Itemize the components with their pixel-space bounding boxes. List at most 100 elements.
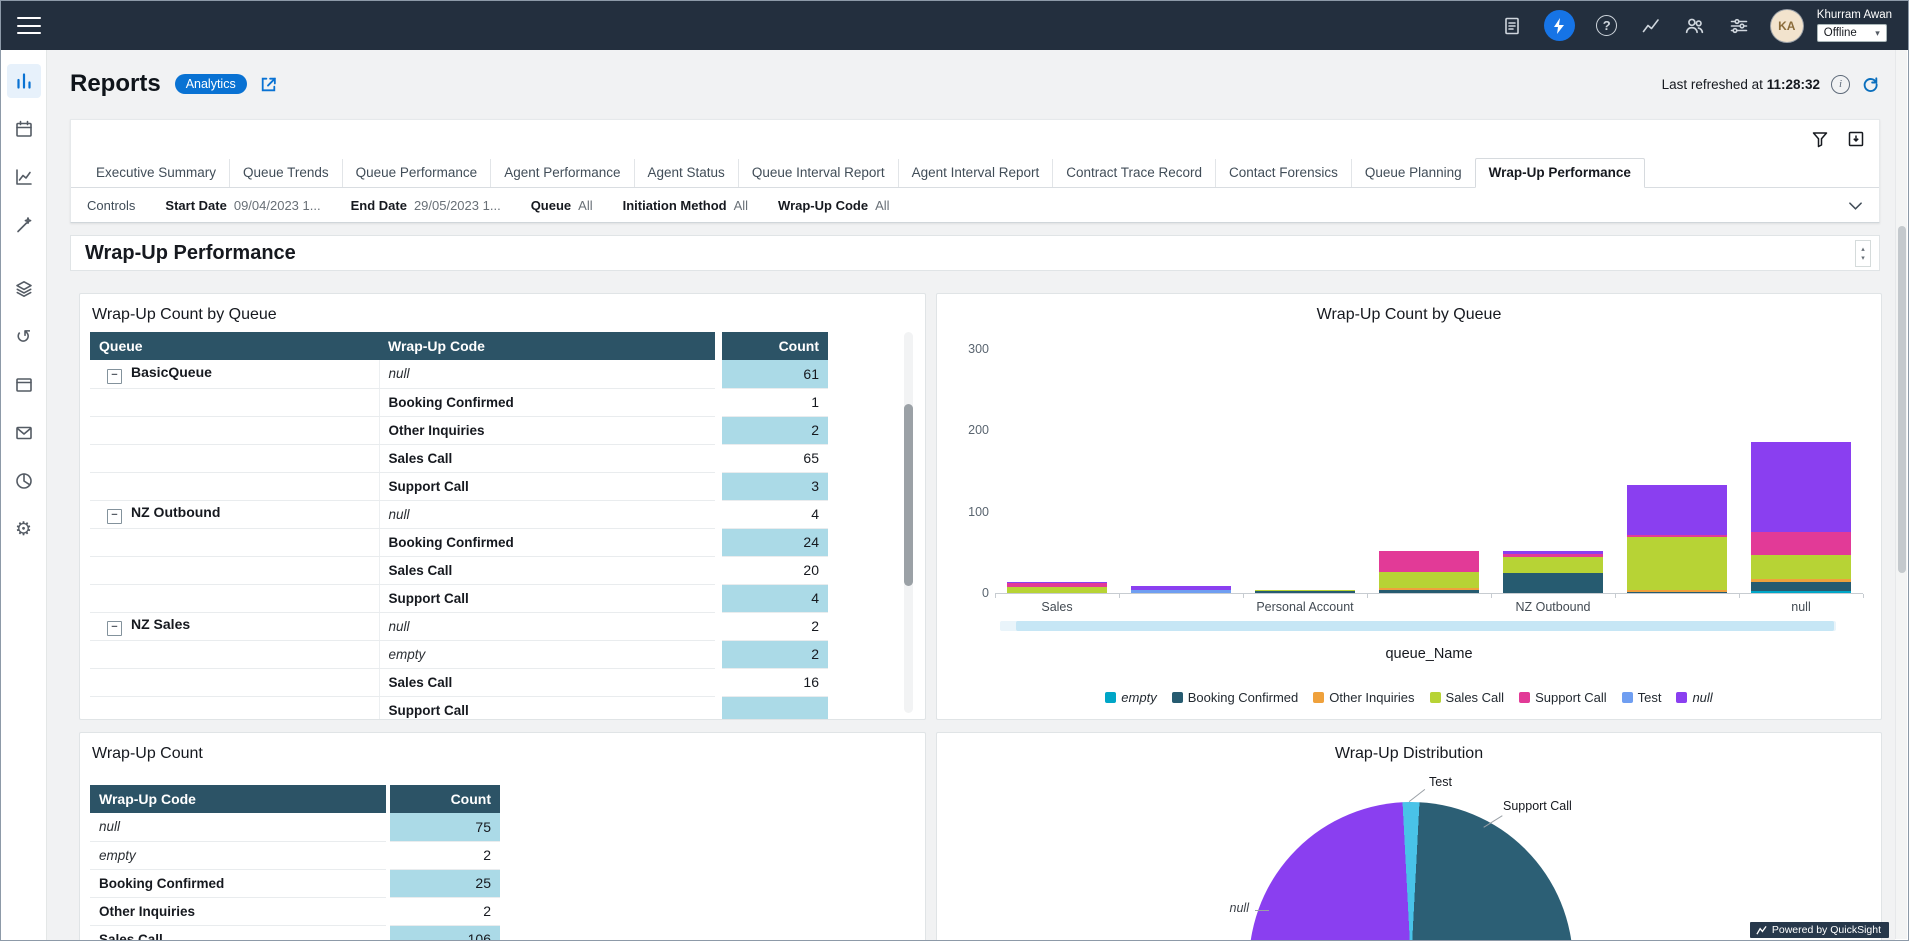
tab-queue-planning[interactable]: Queue Planning xyxy=(1351,159,1475,187)
table-row[interactable]: Sales Call65 xyxy=(90,444,828,472)
status-dropdown[interactable]: Offline ▾ xyxy=(1817,24,1887,42)
bar-segment-test[interactable] xyxy=(1131,590,1231,593)
collapse-toggle[interactable]: − xyxy=(107,621,122,636)
sidebar-item-calendar[interactable] xyxy=(7,112,41,146)
filter-end-date[interactable]: End Date29/05/2023 1... xyxy=(351,198,501,213)
tab-wrap-up-performance[interactable]: Wrap-Up Performance xyxy=(1475,158,1645,188)
tab-queue-performance[interactable]: Queue Performance xyxy=(342,159,491,187)
bar-sales[interactable] xyxy=(1007,582,1107,593)
filter-icon[interactable] xyxy=(1811,130,1829,148)
chevron-down-icon[interactable] xyxy=(1848,200,1863,212)
table-scrollbar[interactable] xyxy=(904,332,913,713)
table-row[interactable]: −NZ Salesnull2 xyxy=(90,612,828,640)
tab-executive-summary[interactable]: Executive Summary xyxy=(83,159,229,187)
help-icon[interactable]: ? xyxy=(1595,14,1619,38)
bar-segment-sales-call[interactable] xyxy=(1627,537,1727,590)
legend-item-support-call[interactable]: Support Call xyxy=(1519,690,1607,705)
scrollbar-thumb[interactable] xyxy=(904,404,913,586)
external-link-icon[interactable] xyxy=(259,75,278,94)
settings-sliders-icon[interactable] xyxy=(1727,14,1751,38)
filter-initiation-method[interactable]: Initiation MethodAll xyxy=(623,198,748,213)
filter-queue[interactable]: QueueAll xyxy=(531,198,593,213)
bar-segment-support-call[interactable] xyxy=(1379,551,1479,572)
table-row[interactable]: Other Inquiries2 xyxy=(90,416,828,444)
tab-queue-trends[interactable]: Queue Trends xyxy=(229,159,342,187)
sidebar-item-line-chart[interactable] xyxy=(7,160,41,194)
bar-personal-account[interactable] xyxy=(1255,590,1355,593)
table-row[interactable]: Sales Call20 xyxy=(90,556,828,584)
table-row[interactable]: Support Call xyxy=(90,696,828,720)
tab-agent-performance[interactable]: Agent Performance xyxy=(490,159,633,187)
bar-segment-support-call[interactable] xyxy=(1751,532,1851,555)
info-icon[interactable]: i xyxy=(1831,75,1850,94)
table-row[interactable]: Sales Call16 xyxy=(90,668,828,696)
sidebar-item-sparkle-wand[interactable] xyxy=(7,208,41,242)
tab-queue-interval-report[interactable]: Queue Interval Report xyxy=(738,159,898,187)
table-row[interactable]: null75 xyxy=(90,813,500,841)
refresh-icon[interactable] xyxy=(1861,75,1880,94)
table-row[interactable]: Other Inquiries2 xyxy=(90,897,500,925)
bar-segment-booking-confirmed[interactable] xyxy=(1627,592,1727,594)
metrics-icon[interactable] xyxy=(1639,14,1663,38)
legend-item-other-inquiries[interactable]: Other Inquiries xyxy=(1313,690,1414,705)
table-row[interactable]: empty2 xyxy=(90,640,828,668)
hamburger-menu-button[interactable] xyxy=(17,17,41,34)
sheet-scroller[interactable]: ▴▾ xyxy=(1855,240,1871,267)
bar-segment-booking-confirmed[interactable] xyxy=(1255,591,1355,593)
collapse-icon[interactable] xyxy=(1847,130,1865,148)
legend-item-null[interactable]: null xyxy=(1676,690,1712,705)
avatar[interactable]: KA xyxy=(1771,10,1803,42)
legend-item-booking-confirmed[interactable]: Booking Confirmed xyxy=(1172,690,1299,705)
table-row[interactable]: Booking Confirmed24 xyxy=(90,528,828,556)
lightning-icon[interactable] xyxy=(1544,10,1575,41)
pie-chart[interactable] xyxy=(1249,802,1573,940)
bar-unlabeled-3[interactable] xyxy=(1379,551,1479,593)
tab-contract-trace-record[interactable]: Contract Trace Record xyxy=(1052,159,1215,187)
filter-start-date[interactable]: Start Date09/04/2023 1... xyxy=(165,198,320,213)
page-scrollbar[interactable] xyxy=(1895,50,1907,939)
bar-null[interactable] xyxy=(1751,442,1851,593)
bar-nz-outbound[interactable] xyxy=(1503,551,1603,593)
sidebar-item-pie-chart[interactable] xyxy=(7,464,41,498)
bar-segment-sales-call[interactable] xyxy=(1379,572,1479,588)
tab-contact-forensics[interactable]: Contact Forensics xyxy=(1215,159,1351,187)
chart-scrollbar[interactable] xyxy=(1000,621,1836,631)
bar-segment-null[interactable] xyxy=(1751,442,1851,532)
filter-wrap-up-code[interactable]: Wrap-Up CodeAll xyxy=(778,198,890,213)
bar-segment-sales-call[interactable] xyxy=(1503,557,1603,573)
legend-item-test[interactable]: Test xyxy=(1622,690,1662,705)
sidebar-item-bar-chart[interactable] xyxy=(7,64,41,98)
scrollbar-thumb[interactable] xyxy=(1016,621,1834,631)
sidebar-item-mail[interactable] xyxy=(7,416,41,450)
bar-segment-booking-confirmed[interactable] xyxy=(1503,573,1603,593)
bar-unlabeled-1[interactable] xyxy=(1131,586,1231,593)
table-row[interactable]: Support Call3 xyxy=(90,472,828,500)
table-row[interactable]: Sales Call106 xyxy=(90,925,500,940)
tab-agent-interval-report[interactable]: Agent Interval Report xyxy=(898,159,1053,187)
table-row[interactable]: Booking Confirmed25 xyxy=(90,869,500,897)
release-notes-icon[interactable] xyxy=(1500,14,1524,38)
bar-segment-sales-call[interactable] xyxy=(1751,555,1851,579)
table-row[interactable]: −BasicQueuenull61 xyxy=(90,360,828,388)
sidebar-item-window[interactable] xyxy=(7,368,41,402)
bar-segment-null[interactable] xyxy=(1627,485,1727,535)
tab-agent-status[interactable]: Agent Status xyxy=(634,159,738,187)
sidebar-item-layers[interactable] xyxy=(7,272,41,306)
table-row[interactable]: Booking Confirmed1 xyxy=(90,388,828,416)
table-row[interactable]: −NZ Outboundnull4 xyxy=(90,500,828,528)
collapse-toggle[interactable]: − xyxy=(107,369,122,384)
users-icon[interactable] xyxy=(1683,14,1707,38)
bar-segment-booking-confirmed[interactable] xyxy=(1379,590,1479,593)
legend-item-sales-call[interactable]: Sales Call xyxy=(1430,690,1505,705)
legend-item-empty[interactable]: empty xyxy=(1105,690,1156,705)
sidebar-item-gear[interactable]: ⚙ xyxy=(7,512,41,546)
collapse-toggle[interactable]: − xyxy=(107,509,122,524)
bar-segment-sales-call[interactable] xyxy=(1007,587,1107,594)
table-row[interactable]: empty2 xyxy=(90,841,500,869)
scrollbar-thumb[interactable] xyxy=(1898,226,1906,573)
bar-segment-booking-confirmed[interactable] xyxy=(1751,582,1851,592)
bar-unlabeled-5[interactable] xyxy=(1627,485,1727,593)
bar-segment-empty[interactable] xyxy=(1751,591,1851,593)
sidebar-item-history[interactable]: ↺ xyxy=(7,320,41,354)
table-row[interactable]: Support Call4 xyxy=(90,584,828,612)
